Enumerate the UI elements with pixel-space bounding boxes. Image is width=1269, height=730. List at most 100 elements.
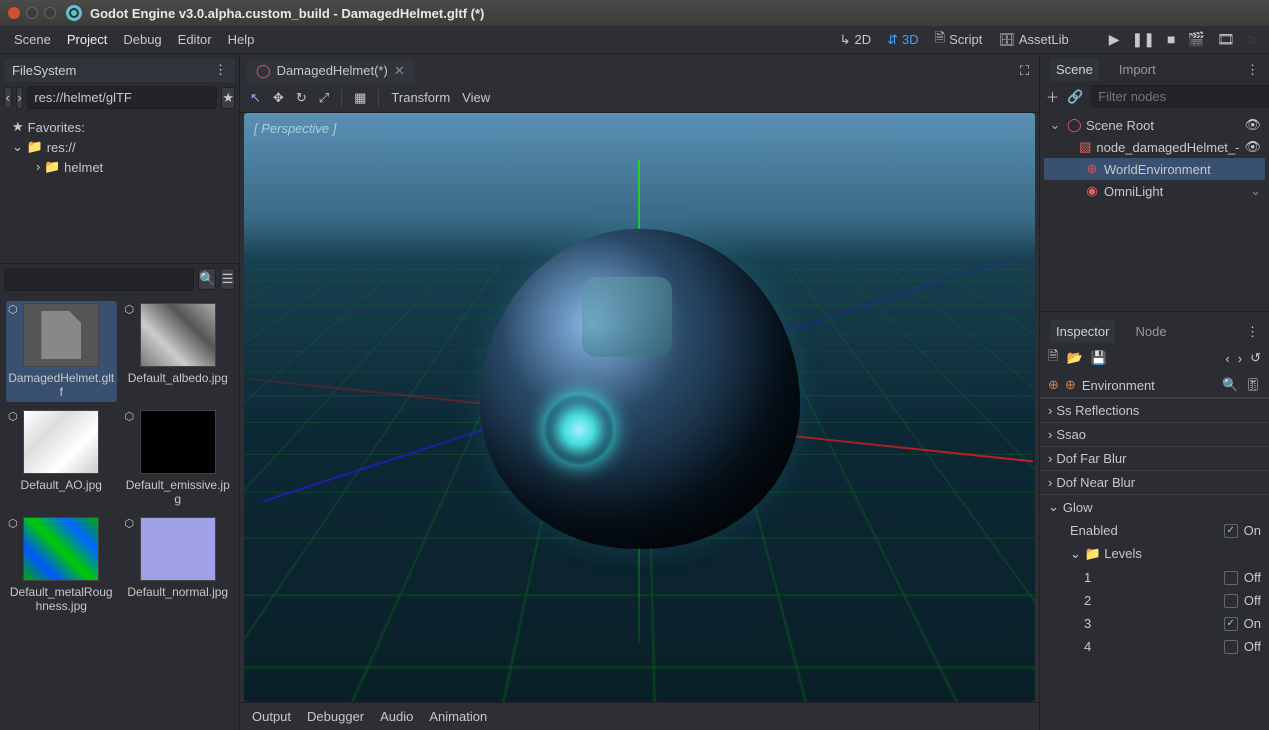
checkbox-icon[interactable] <box>1224 617 1238 631</box>
play-scene-button[interactable]: 🎬 <box>1187 31 1204 48</box>
rotate-tool-icon[interactable]: ↻ <box>296 90 307 106</box>
distraction-free-icon[interactable]: ⛶ <box>1016 59 1033 83</box>
scene-tree-node[interactable]: ⌄ ◯ Scene Root 👁 <box>1044 114 1265 136</box>
view-mode-icon[interactable]: ☰ <box>220 268 235 290</box>
favorites-section[interactable]: ★ Favorites: <box>6 117 233 137</box>
visibility-icon[interactable]: 👁 <box>1244 117 1261 133</box>
window-close-icon[interactable] <box>8 7 20 19</box>
menu-editor[interactable]: Editor <box>178 32 212 47</box>
scene-tree-node[interactable]: ◉ OmniLight ⌄ <box>1044 180 1265 202</box>
select-tool-icon[interactable]: ↖ <box>250 90 261 106</box>
move-tool-icon[interactable]: ✥ <box>273 90 284 106</box>
dock-menu-icon[interactable]: ⋮ <box>1246 62 1259 78</box>
tab-inspector[interactable]: Inspector <box>1050 320 1115 343</box>
scale-tool-icon[interactable]: ⤢ <box>319 90 329 106</box>
favorite-button[interactable]: ★ <box>221 87 235 109</box>
checkbox-icon[interactable] <box>1224 594 1238 608</box>
pause-button[interactable]: ❚❚ <box>1132 31 1155 48</box>
window-maximize-icon[interactable] <box>44 7 56 19</box>
workspace-assetlib[interactable]: 🗄 AssetLib <box>998 29 1068 51</box>
toggle-icon[interactable]: ⌄ <box>1048 117 1062 133</box>
scene-tree-node[interactable]: ▧ node_damagedHelmet_- 👁 <box>1044 136 1265 158</box>
file-thumb[interactable]: ⬡ Default_AO.jpg <box>6 408 117 509</box>
transform-menu[interactable]: Transform <box>391 90 450 105</box>
load-resource-icon[interactable]: 📂 <box>1066 350 1082 366</box>
play-custom-button[interactable]: 🎞 <box>1217 31 1235 48</box>
section-row[interactable]: ›Dof Near Blur <box>1040 470 1269 494</box>
checkbox-icon[interactable] <box>1224 640 1238 654</box>
close-tab-icon[interactable]: ✕ <box>394 63 405 79</box>
tools-icon[interactable]: 🎚 <box>1244 377 1261 393</box>
tab-node[interactable]: Node <box>1129 320 1172 343</box>
tab-output[interactable]: Output <box>252 709 291 724</box>
expand-icon[interactable]: ⌄ <box>1250 183 1261 199</box>
search-props-icon[interactable]: 🔍 <box>1222 377 1238 393</box>
tab-import[interactable]: Import <box>1113 58 1162 81</box>
object-row[interactable]: ⊕ ⊕ Environment 🔍 🎚 <box>1040 373 1269 398</box>
tab-animation[interactable]: Animation <box>429 709 487 724</box>
filter-nodes-input[interactable] <box>1091 85 1269 108</box>
section-row[interactable]: ›Ss Reflections <box>1040 398 1269 422</box>
inspector-properties[interactable]: ›Ss Reflections›Ssao›Dof Far Blur›Dof Ne… <box>1040 398 1269 730</box>
panel-menu-icon[interactable]: ⋮ <box>214 62 227 78</box>
perspective-label[interactable]: [ Perspective ] <box>254 121 336 136</box>
visibility-icon[interactable]: 👁 <box>1244 139 1261 155</box>
prop-levels-header[interactable]: ⌄ 📁 Levels <box>1040 542 1269 566</box>
history-forward-icon[interactable]: › <box>1238 351 1242 366</box>
section-glow[interactable]: ⌄Glow <box>1040 494 1269 519</box>
menu-scene[interactable]: Scene <box>14 32 51 47</box>
node-type-icon: ▧ <box>1079 139 1091 155</box>
file-thumb[interactable]: ⬡ Default_emissive.jpg <box>123 408 234 509</box>
stop-button[interactable]: ■ <box>1167 31 1175 48</box>
viewport-3d[interactable]: [ Perspective ] <box>244 113 1035 702</box>
add-node-icon[interactable]: ＋ <box>1046 87 1059 106</box>
new-resource-icon[interactable]: 🗎 <box>1048 347 1058 369</box>
scene-tab[interactable]: ◯ DamagedHelmet(*) ✕ <box>246 59 415 83</box>
scene-tree-node[interactable]: ⊕ WorldEnvironment <box>1044 158 1265 180</box>
checkbox-icon[interactable] <box>1224 524 1238 538</box>
snap-tool-icon[interactable]: ▦ <box>354 90 366 106</box>
file-thumb[interactable]: ⬡ DamagedHelmet.gltf <box>6 301 117 402</box>
file-filter-input[interactable] <box>4 268 194 291</box>
play-button[interactable]: ▶ <box>1109 31 1120 48</box>
window-minimize-icon[interactable] <box>26 7 38 19</box>
path-input[interactable] <box>27 86 217 109</box>
tab-audio[interactable]: Audio <box>380 709 413 724</box>
menu-debug[interactable]: Debug <box>123 32 161 47</box>
filesystem-tree[interactable]: ★ Favorites: ⌄ 📁 res:// › 📁 helmet <box>0 113 239 263</box>
file-thumb[interactable]: ⬡ Default_albedo.jpg <box>123 301 234 402</box>
search-icon[interactable]: 🔍 <box>198 268 216 290</box>
file-type-icon: ⬡ <box>8 303 18 316</box>
scene-tree[interactable]: ⌄ ◯ Scene Root 👁 ▧ node_damagedHelmet_- … <box>1040 112 1269 312</box>
prop-level[interactable]: 4 Off <box>1040 635 1269 658</box>
history-back-icon[interactable]: ‹ <box>1225 351 1229 366</box>
section-row[interactable]: ›Dof Far Blur <box>1040 446 1269 470</box>
menu-project[interactable]: Project <box>67 32 107 47</box>
nav-back-button[interactable]: ‹ <box>4 87 12 109</box>
section-row[interactable]: ›Ssao <box>1040 422 1269 446</box>
workspace-3d[interactable]: ⇵ 3D <box>887 29 919 51</box>
prop-level[interactable]: 1 Off <box>1040 566 1269 589</box>
prop-label: Enabled <box>1070 523 1118 538</box>
save-resource-icon[interactable]: 💾 <box>1091 350 1107 366</box>
tab-scene[interactable]: Scene <box>1050 58 1099 81</box>
checkbox-icon[interactable] <box>1224 571 1238 585</box>
workspace-script[interactable]: 🗎 Script <box>935 29 983 51</box>
view-menu[interactable]: View <box>462 90 490 105</box>
file-name: Default_metalRoughness.jpg <box>8 585 115 614</box>
workspace-2d[interactable]: ↳ 2D <box>840 29 872 51</box>
tree-folder-helmet[interactable]: › 📁 helmet <box>6 157 233 177</box>
tree-root[interactable]: ⌄ 📁 res:// <box>6 137 233 157</box>
instance-scene-icon[interactable]: 🔗 <box>1067 89 1083 105</box>
prop-enabled[interactable]: Enabled On <box>1040 519 1269 542</box>
tab-debugger[interactable]: Debugger <box>307 709 364 724</box>
nav-forward-button[interactable]: › <box>16 87 24 109</box>
dock-menu-icon-2[interactable]: ⋮ <box>1246 324 1259 340</box>
history-icon[interactable]: ↺ <box>1250 350 1261 366</box>
file-type-icon: ⬡ <box>125 303 135 316</box>
menu-help[interactable]: Help <box>228 32 255 47</box>
file-thumb[interactable]: ⬡ Default_metalRoughness.jpg <box>6 515 117 616</box>
file-thumb[interactable]: ⬡ Default_normal.jpg <box>123 515 234 616</box>
prop-level[interactable]: 3 On <box>1040 612 1269 635</box>
prop-level[interactable]: 2 Off <box>1040 589 1269 612</box>
